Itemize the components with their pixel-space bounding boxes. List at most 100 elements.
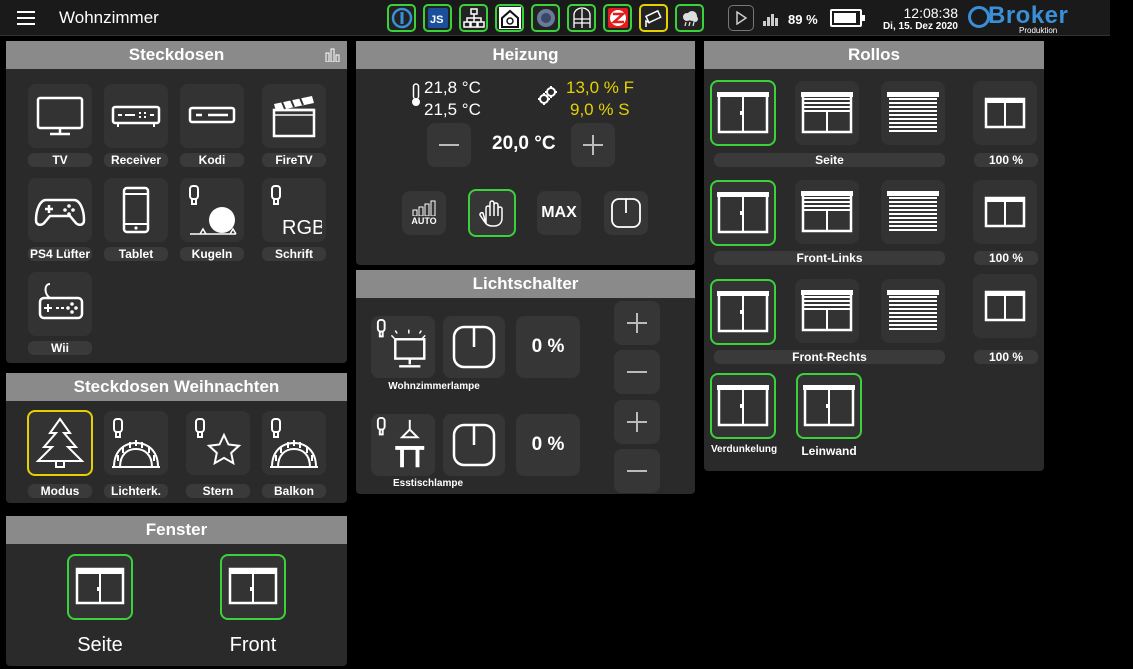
modus-label: Modus [28,484,92,498]
tv-icon [36,96,84,136]
stern-tile[interactable] [186,411,250,475]
plus-icon [583,135,603,155]
zigbee-adapter-icon[interactable] [603,4,632,32]
receiver-tile[interactable] [104,84,168,148]
rollo-seite-position-tile[interactable] [973,81,1037,145]
tablet-icon [122,186,150,234]
schrift-tile[interactable]: RGB [262,178,326,242]
rollo-seite-open-button[interactable] [710,80,776,146]
power-icon [452,423,496,467]
homematic-adapter-icon[interactable] [495,4,524,32]
shutter-open-icon [717,291,769,333]
leinwand-button[interactable] [796,373,862,439]
ps4-label: PS4 Lüfter [28,247,92,261]
esstischlampe-increase-button[interactable] [614,400,660,444]
leinwand-label: Leinwand [801,444,857,458]
esstischlampe-power-button[interactable] [443,414,505,476]
rollo-frontrechts-position-tile[interactable] [973,274,1037,338]
wohnzimmerlampe-label: Wohnzimmerlampe [388,381,480,392]
window-closed-icon [984,97,1026,129]
tablet-tile[interactable] [104,178,168,242]
esstischlampe-level: 0 % [516,414,580,476]
heizung-power-button[interactable] [604,191,648,235]
auto-mode-button[interactable]: AUTO [402,191,446,235]
chart-icon[interactable] [325,48,341,62]
power-icon [452,325,496,369]
desk-lamp-icon [376,318,426,368]
svg-text:JS: JS [430,14,443,26]
kugeln-tile[interactable] [180,178,244,242]
plus-icon [627,412,647,432]
receiver-label: Receiver [104,153,168,167]
window-closed-icon [75,567,125,605]
play-button[interactable] [728,5,754,31]
rollo-frontrechts-half-button[interactable] [795,279,859,343]
rollo-frontrechts-open-button[interactable] [710,279,776,345]
lichtschalter-panel: Lichtschalter Wohnzimmerlampe 0 % Esstis… [356,270,695,494]
menu-icon[interactable] [17,11,35,25]
esstischlampe-decrease-button[interactable] [614,449,660,493]
window-closed-icon [228,567,278,605]
wohnzimmerlampe-increase-button[interactable] [614,301,660,345]
lichterk-tile[interactable] [104,411,168,475]
shutter-open-icon [717,192,769,234]
sonos-adapter-icon[interactable] [531,4,560,32]
gamepad-icon [34,198,86,226]
top-bar: Wohnzimmer JS 89 % 12:08:38 Di, 15. Dez … [0,0,1110,36]
verdunkelung-button[interactable] [710,373,776,439]
temp-decrease-button[interactable] [427,123,471,167]
auto-bars-icon [412,200,436,216]
info-adapter-icon[interactable] [387,4,416,32]
battery-percent: 89 % [788,12,818,27]
shutter-half-icon [801,290,853,332]
tv-tile[interactable] [28,84,92,148]
temp-increase-button[interactable] [571,123,615,167]
shutter-half-icon [801,92,853,134]
steckdosen-header: Steckdosen [6,41,347,69]
receiver-icon [111,105,161,127]
heizung-header: Heizung [356,41,695,69]
manual-mode-button[interactable] [468,189,516,237]
modus-tile[interactable] [27,410,93,476]
rollo-seite-close-button[interactable] [881,81,945,145]
rollo-frontlinks-open-button[interactable] [710,180,776,246]
rollo-seite-half-button[interactable] [795,81,859,145]
power-icon [611,198,641,228]
window-closed-icon [984,290,1026,322]
window-adapter-icon[interactable] [567,4,596,32]
ps4-tile[interactable] [28,178,92,242]
camera-adapter-icon[interactable] [639,4,668,32]
kodi-tile[interactable] [180,84,244,148]
rollo-frontlinks-half-button[interactable] [795,180,859,244]
wii-controller-icon [38,283,84,320]
firetv-tile[interactable] [262,84,326,148]
firetv-label: FireTV [262,153,326,167]
max-mode-button[interactable]: MAX [537,191,581,235]
verdunkelung-label: Verdunkelung [710,444,778,455]
wohnzimmerlampe-decrease-button[interactable] [614,350,660,394]
iobroker-logo: Broker Produktion [968,2,1098,35]
wohnzimmerlampe-tile[interactable] [371,316,435,378]
candle-arch-icon [270,418,318,468]
valve-s: 9,0 % S [570,100,630,119]
wii-tile[interactable] [28,272,92,336]
table-lamp-icon [376,416,425,468]
wii-label: Wii [28,341,92,355]
balkon-tile[interactable] [262,411,326,475]
rollo-frontlinks-position-tile[interactable] [973,180,1037,244]
rollo-frontlinks-close-button[interactable] [881,180,945,244]
wohnzimmerlampe-power-button[interactable] [443,316,505,378]
fenster-seite-tile[interactable] [67,554,133,620]
weather-adapter-icon[interactable] [675,4,704,32]
fenster-seite-label: Seite [77,634,123,656]
tv-label: TV [28,153,92,167]
network-adapter-icon[interactable] [459,4,488,32]
javascript-adapter-icon[interactable]: JS [423,4,452,32]
clock: 12:08:38 Di, 15. Dez 2020 [872,5,958,32]
minus-icon [627,371,647,373]
minus-icon [627,470,647,472]
rollo-frontrechts-close-button[interactable] [881,279,945,343]
fenster-front-tile[interactable] [220,554,286,620]
esstischlampe-tile[interactable] [371,414,435,476]
lichtschalter-header: Lichtschalter [356,270,695,298]
